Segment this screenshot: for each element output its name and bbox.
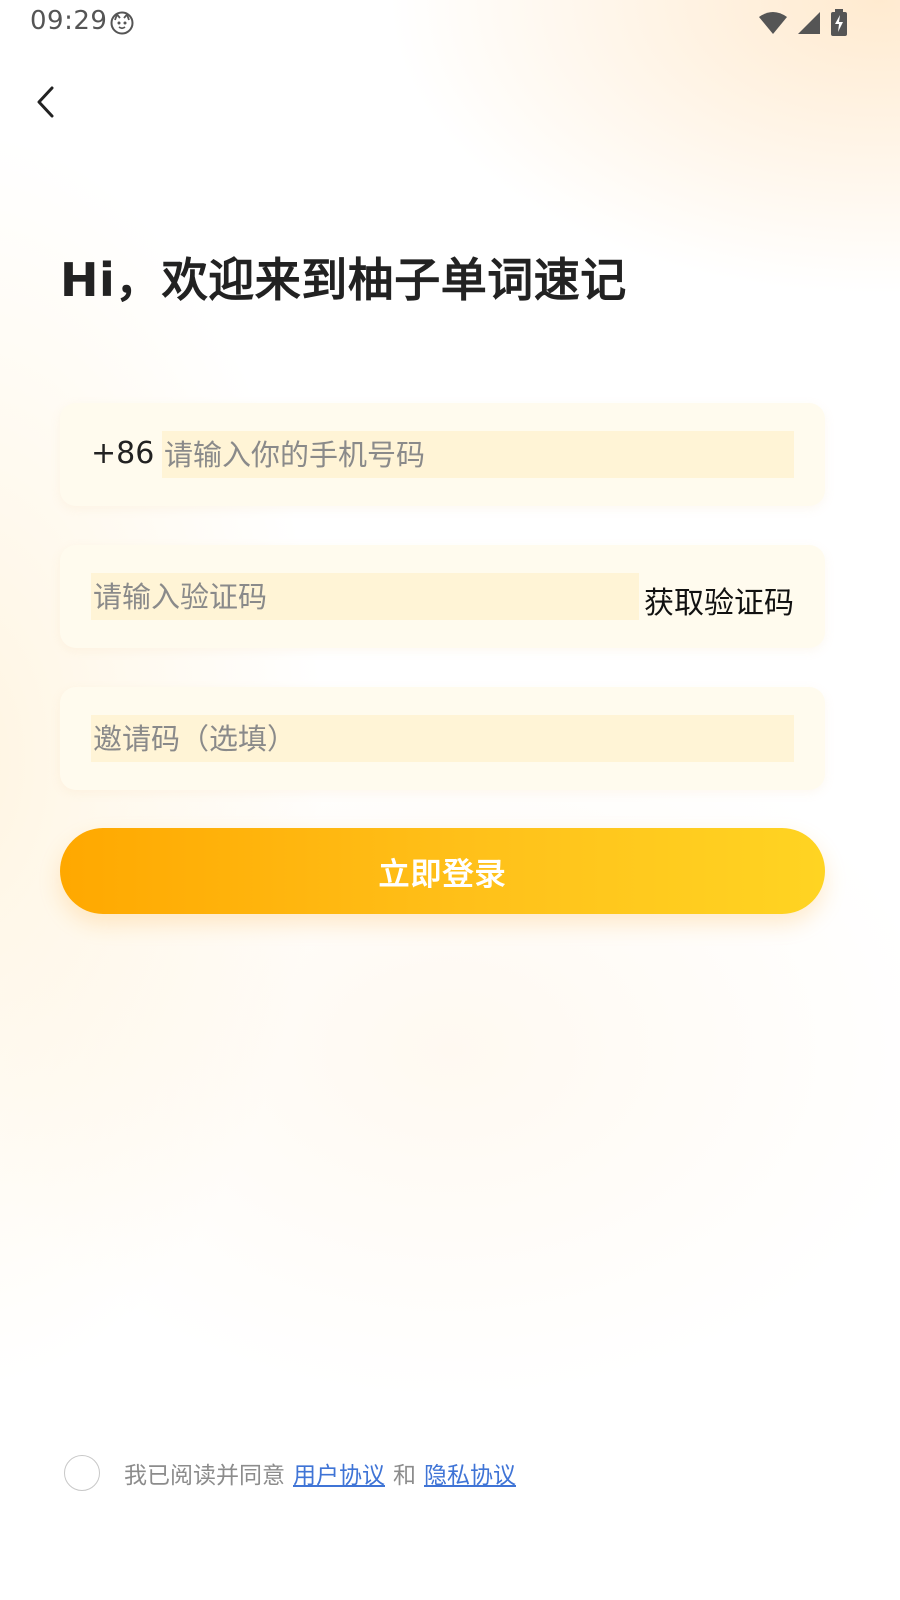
phone-field: +86 bbox=[60, 403, 825, 506]
agree-and-text: 和 bbox=[393, 1463, 416, 1489]
agree-checkbox[interactable] bbox=[64, 1455, 100, 1491]
phone-input[interactable] bbox=[162, 431, 794, 478]
privacy-agreement-link[interactable]: 隐私协议 bbox=[424, 1456, 516, 1490]
agree-text: 我已阅读并同意 bbox=[124, 1463, 285, 1489]
verification-code-field: 获取验证码 bbox=[60, 545, 825, 648]
login-button[interactable]: 立即登录 bbox=[60, 828, 825, 914]
face-icon bbox=[110, 11, 134, 35]
agreement-row: 我已阅读并同意 用户协议 和 隐私协议 bbox=[64, 1453, 516, 1493]
login-screen: 09:29 Hi，欢迎来到柚子单词速记 +86 请输入你的手机号码 请输入验证码… bbox=[0, 0, 900, 1600]
status-bar: 09:29 bbox=[0, 0, 900, 46]
invite-code-input[interactable] bbox=[91, 715, 794, 762]
user-agreement-link[interactable]: 用户协议 bbox=[293, 1456, 385, 1490]
battery-charging-icon bbox=[831, 9, 847, 36]
chevron-left-icon bbox=[37, 86, 54, 118]
signal-icon bbox=[798, 12, 820, 34]
verification-code-input[interactable] bbox=[91, 573, 639, 620]
invite-code-field bbox=[60, 687, 825, 790]
page-title: Hi，欢迎来到柚子单词速记 bbox=[60, 253, 627, 307]
status-time: 09:29 bbox=[30, 6, 108, 36]
back-button[interactable] bbox=[24, 80, 68, 124]
country-code: +86 bbox=[91, 436, 155, 471]
status-icons bbox=[758, 9, 848, 37]
wifi-icon bbox=[759, 12, 787, 34]
get-code-button[interactable]: 获取验证码 bbox=[644, 578, 794, 622]
